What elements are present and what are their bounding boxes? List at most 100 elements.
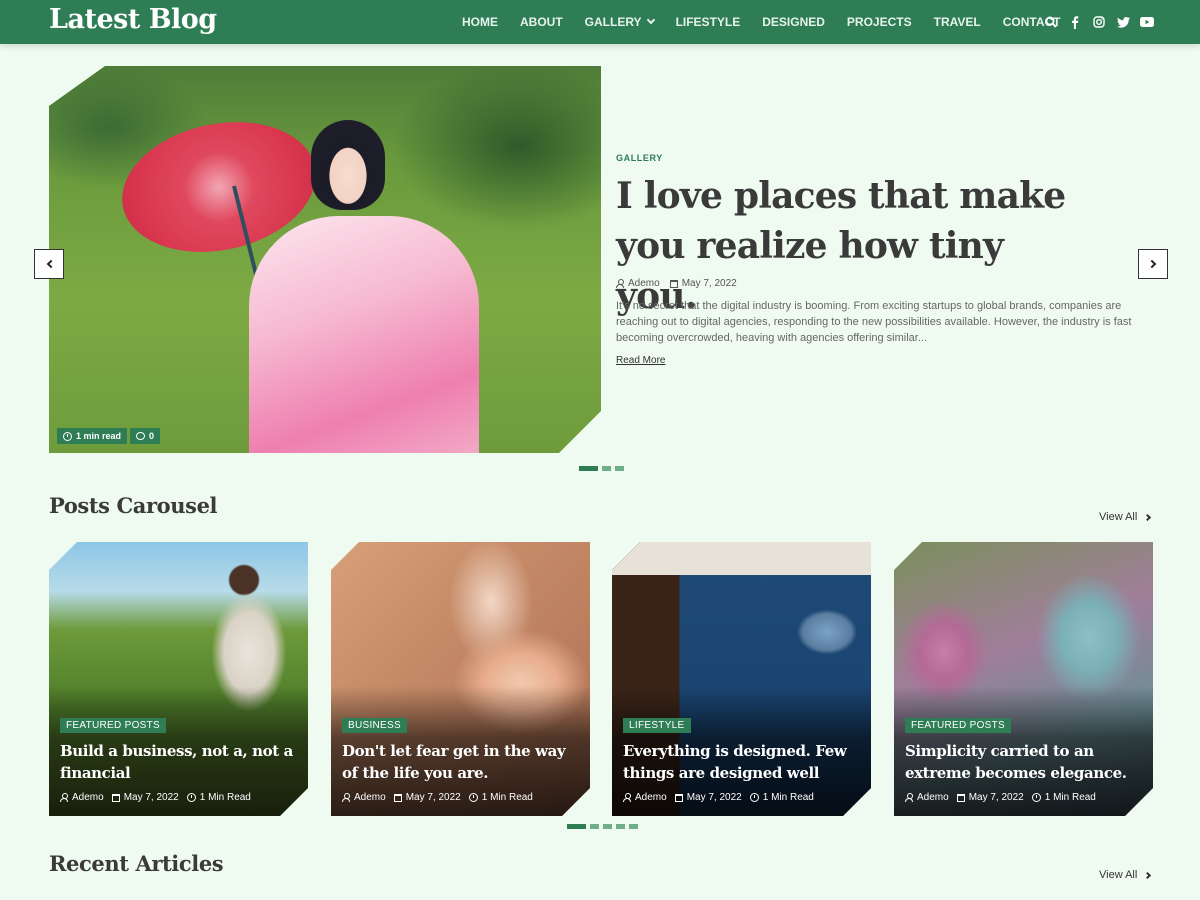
- youtube-icon[interactable]: [1140, 15, 1154, 29]
- carousel-dot-3[interactable]: [603, 824, 612, 829]
- carousel-card[interactable]: LIFESTYLE Everything is designed. Few th…: [612, 542, 871, 816]
- header-icons: [1044, 0, 1154, 44]
- card-read-time-label: 1 Min Read: [762, 792, 814, 803]
- carousel-card[interactable]: BUSINESS Don't let fear get in the way o…: [331, 542, 590, 816]
- card-author[interactable]: Ademo: [342, 792, 386, 803]
- card-read-time: 1 Min Read: [1031, 792, 1096, 803]
- clock-icon: [468, 793, 478, 802]
- card-title[interactable]: Simplicity carried to an extreme becomes…: [905, 740, 1145, 784]
- carousel-section-title: Posts Carousel: [49, 493, 218, 518]
- card-date-label: May 7, 2022: [123, 792, 179, 803]
- hero-dot-1[interactable]: [579, 466, 598, 471]
- nav-about-label: ABOUT: [520, 15, 563, 29]
- hero-image-figure-head: [311, 120, 385, 210]
- clock-icon: [749, 793, 759, 802]
- card-date-label: May 7, 2022: [405, 792, 461, 803]
- hero-author-label: Ademo: [628, 278, 660, 289]
- card-read-time: 1 Min Read: [468, 792, 533, 803]
- read-time-badge: 1 min read: [57, 428, 128, 444]
- twitter-icon[interactable]: [1116, 15, 1130, 29]
- nav-designed-label: DESIGNED: [762, 15, 825, 29]
- card-date[interactable]: May 7, 2022: [111, 792, 179, 803]
- carousel-view-all-label: View All: [1099, 511, 1138, 523]
- slider-prev-button[interactable]: [34, 249, 64, 279]
- site-header: Latest Blog HOME ABOUT GALLERY LIFESTYLE…: [0, 0, 1200, 44]
- nav-lifestyle[interactable]: LIFESTYLE: [676, 15, 741, 29]
- hero-dot-3[interactable]: [615, 466, 624, 471]
- nav-projects-label: PROJECTS: [846, 15, 912, 29]
- nav-gallery[interactable]: GALLERY: [584, 15, 655, 29]
- chevron-down-icon: [646, 15, 655, 25]
- card-author-label: Ademo: [72, 792, 104, 803]
- nav-home[interactable]: HOME: [462, 15, 498, 29]
- hero-dot-2[interactable]: [602, 466, 611, 471]
- nav-about[interactable]: ABOUT: [520, 15, 563, 29]
- card-category[interactable]: FEATURED POSTS: [905, 718, 1012, 733]
- card-date-label: May 7, 2022: [686, 792, 742, 803]
- card-author-label: Ademo: [635, 792, 667, 803]
- card-category[interactable]: BUSINESS: [342, 718, 407, 733]
- card-read-time: 1 Min Read: [749, 792, 814, 803]
- nav-travel[interactable]: TRAVEL: [934, 15, 981, 29]
- card-meta: Ademo May 7, 2022 1 Min Read: [342, 792, 533, 803]
- user-icon: [905, 793, 913, 802]
- carousel-dot-4[interactable]: [616, 824, 625, 829]
- card-author-label: Ademo: [354, 792, 386, 803]
- card-category[interactable]: FEATURED POSTS: [60, 718, 167, 733]
- hero-excerpt: It's no secret that the digital industry…: [616, 300, 1132, 344]
- user-icon: [616, 279, 624, 288]
- search-icon[interactable]: [1044, 15, 1058, 29]
- clock-icon: [63, 431, 72, 441]
- site-logo[interactable]: Latest Blog: [49, 4, 217, 35]
- calendar-icon: [956, 793, 965, 802]
- card-meta: Ademo May 7, 2022 1 Min Read: [623, 792, 814, 803]
- clock-icon: [1031, 793, 1041, 802]
- carousel-dot-5[interactable]: [629, 824, 638, 829]
- card-author-label: Ademo: [917, 792, 949, 803]
- carousel-dot-2[interactable]: [590, 824, 599, 829]
- carousel-view-all-link[interactable]: View All: [1099, 511, 1152, 523]
- card-date[interactable]: May 7, 2022: [674, 792, 742, 803]
- recent-view-all-link[interactable]: View All: [1099, 869, 1152, 881]
- card-date[interactable]: May 7, 2022: [393, 792, 461, 803]
- hero-pagination: [579, 466, 624, 471]
- recent-view-all-label: View All: [1099, 869, 1138, 881]
- comments-count: 0: [149, 431, 155, 441]
- comment-icon: [136, 432, 146, 440]
- hero-date[interactable]: May 7, 2022: [669, 278, 737, 289]
- card-category[interactable]: LIFESTYLE: [623, 718, 691, 733]
- card-meta: Ademo May 7, 2022 1 Min Read: [60, 792, 251, 803]
- hero-author[interactable]: Ademo: [616, 278, 660, 289]
- nav-home-label: HOME: [462, 15, 498, 29]
- hero-category[interactable]: GALLERY: [616, 153, 663, 163]
- read-more-link[interactable]: Read More: [616, 355, 665, 366]
- slider-next-button[interactable]: [1138, 249, 1168, 279]
- card-date[interactable]: May 7, 2022: [956, 792, 1024, 803]
- card-title[interactable]: Everything is designed. Few things are d…: [623, 740, 863, 784]
- chevron-right-icon: [1144, 871, 1152, 879]
- card-title[interactable]: Build a business, not a, not a financial: [60, 740, 300, 784]
- hero-meta: Ademo May 7, 2022: [616, 278, 737, 289]
- card-author[interactable]: Ademo: [905, 792, 949, 803]
- main-nav: HOME ABOUT GALLERY LIFESTYLE DESIGNED PR…: [462, 0, 1083, 44]
- facebook-icon[interactable]: [1068, 15, 1082, 29]
- card-author[interactable]: Ademo: [60, 792, 104, 803]
- nav-lifestyle-label: LIFESTYLE: [675, 15, 741, 29]
- carousel-pagination: [567, 824, 638, 829]
- nav-gallery-label: GALLERY: [584, 15, 642, 29]
- card-title[interactable]: Don't let fear get in the way of the lif…: [342, 740, 582, 784]
- nav-projects[interactable]: PROJECTS: [847, 15, 912, 29]
- hero-image[interactable]: [49, 66, 601, 453]
- carousel-dot-1[interactable]: [567, 824, 586, 829]
- carousel-card[interactable]: FEATURED POSTS Build a business, not a, …: [49, 542, 308, 816]
- user-icon: [342, 793, 350, 802]
- card-author[interactable]: Ademo: [623, 792, 667, 803]
- instagram-icon[interactable]: [1092, 15, 1106, 29]
- hero-image-figure: [249, 216, 479, 453]
- comments-badge[interactable]: 0: [130, 428, 161, 444]
- nav-designed[interactable]: DESIGNED: [762, 15, 825, 29]
- card-meta: Ademo May 7, 2022 1 Min Read: [905, 792, 1096, 803]
- hero-badges: 1 min read 0: [57, 428, 161, 444]
- chevron-left-icon: [46, 259, 55, 269]
- carousel-card[interactable]: FEATURED POSTS Simplicity carried to an …: [894, 542, 1153, 816]
